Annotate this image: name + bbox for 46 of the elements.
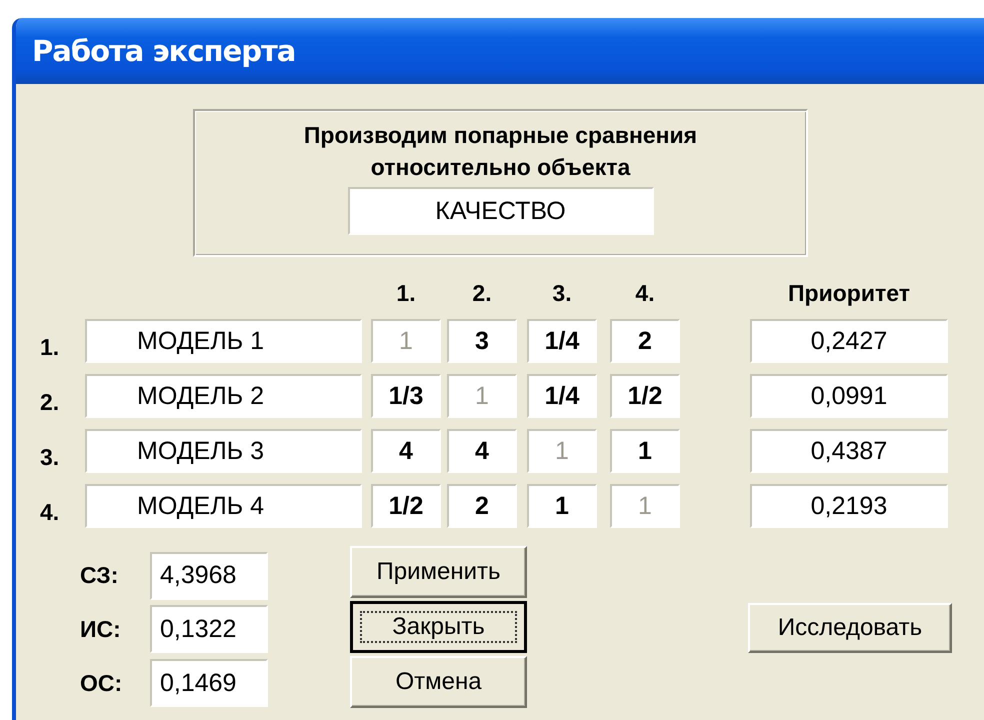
research-button[interactable]: Исследовать [748, 603, 952, 653]
priority-field: 0,0991 [750, 374, 948, 418]
priority-field: 0,2427 [750, 319, 948, 363]
matrix-field[interactable]: 1/4 [527, 319, 597, 363]
priority-field: 0,4387 [750, 429, 948, 473]
matrix-field: 1 [371, 319, 441, 363]
matrix-field[interactable]: 1/3 [371, 374, 441, 418]
object-field[interactable]: КАЧЕСТВО [348, 187, 654, 235]
index-label: ИС: [80, 616, 122, 643]
column-heading: Приоритет [787, 280, 911, 306]
row-number: 2. [40, 389, 60, 417]
group-caption: Производим попарные сравнения относительно объекта [302, 121, 698, 182]
dialog-button[interactable]: Применить [350, 546, 527, 598]
name-field[interactable]: МОДЕЛЬ 1 [85, 319, 362, 363]
matrix-field[interactable]: 1/4 [527, 374, 597, 418]
name-field[interactable]: МОДЕЛЬ 4 [85, 484, 362, 528]
row-number: 1. [40, 334, 60, 362]
index-field: 4,3968 [150, 552, 268, 600]
matrix-field: 1 [447, 374, 517, 418]
matrix-field[interactable]: 2 [610, 319, 680, 363]
index-label: СЗ: [80, 562, 120, 590]
matrix-field[interactable]: 1/2 [371, 484, 441, 528]
name-field[interactable]: МОДЕЛЬ 3 [85, 429, 362, 473]
matrix-field[interactable]: 1/2 [610, 374, 680, 418]
matrix-field[interactable]: 2 [447, 484, 517, 528]
matrix-field[interactable]: 4 [447, 429, 517, 473]
dialog-button[interactable]: Отмена [350, 656, 527, 708]
matrix-field[interactable]: 1 [610, 429, 680, 473]
column-heading: 3. [551, 280, 573, 306]
column-heading: 2. [471, 280, 493, 306]
matrix-field: 1 [610, 484, 680, 528]
matrix-field: 1 [527, 429, 597, 473]
matrix-field[interactable]: 3 [447, 319, 517, 363]
row-number: 3. [40, 444, 60, 472]
column-heading: 1. [395, 280, 417, 306]
dialog-button[interactable]: Закрыть [350, 601, 527, 653]
window-title: Работа эксперта [16, 18, 984, 84]
name-field[interactable]: МОДЕЛЬ 2 [85, 374, 362, 418]
row-number: 4. [40, 499, 60, 527]
index-field: 0,1469 [150, 659, 268, 708]
matrix-field[interactable]: 1 [527, 484, 597, 528]
matrix-field[interactable]: 4 [371, 429, 441, 473]
index-label: ОС: [80, 670, 124, 697]
priority-field: 0,2193 [750, 484, 948, 528]
column-heading: 4. [634, 280, 656, 306]
index-field: 0,1322 [150, 605, 268, 654]
